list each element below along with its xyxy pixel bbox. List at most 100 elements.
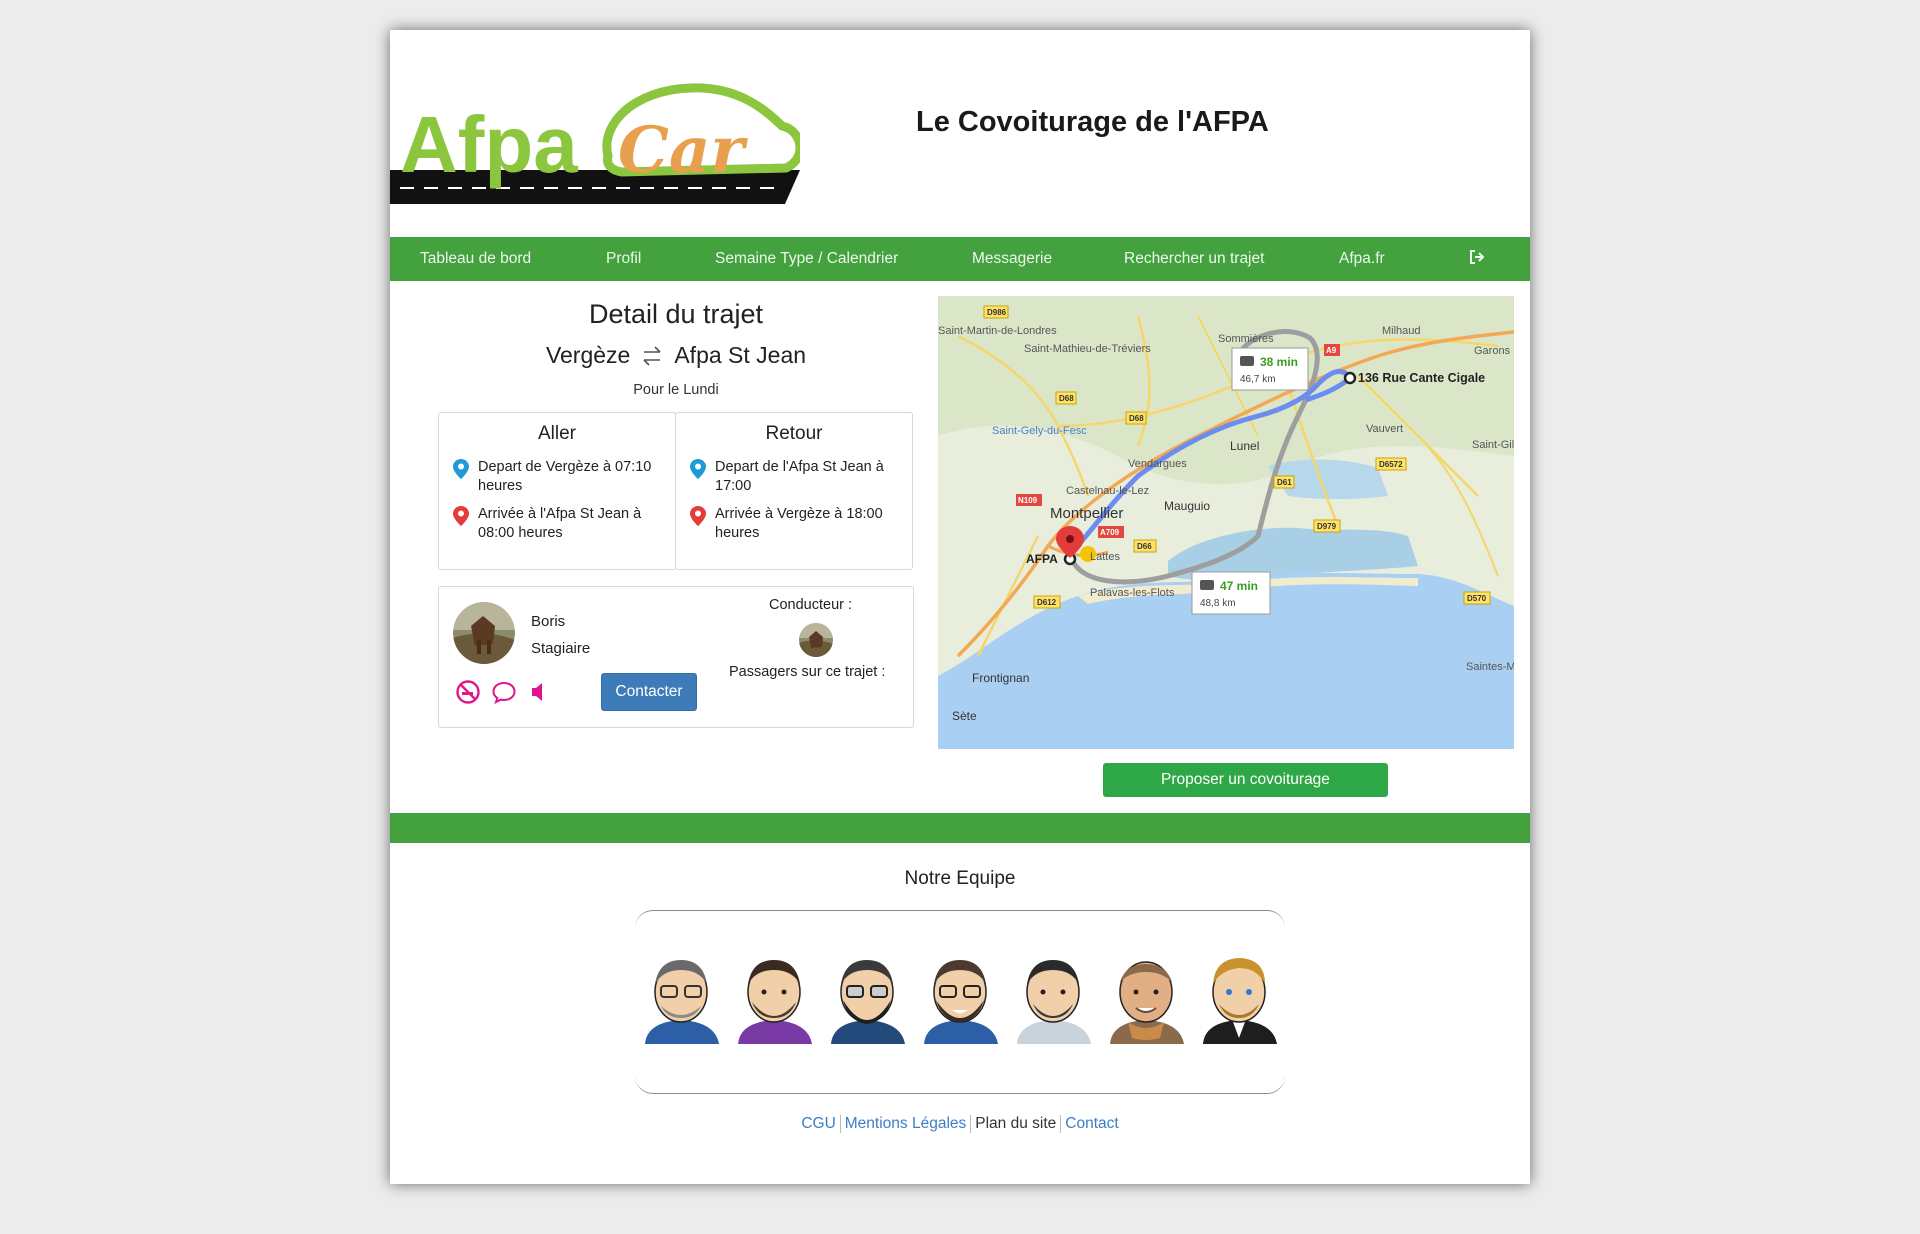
exchange-icon	[643, 345, 661, 366]
aller-departure: Depart de Vergèze à 07:10 heures	[453, 458, 661, 496]
svg-text:Milhaud: Milhaud	[1382, 325, 1421, 337]
chat-icon	[492, 681, 516, 704]
route-to: Afpa St Jean	[674, 342, 807, 368]
svg-text:46,7 km: 46,7 km	[1240, 374, 1276, 385]
nav-semaine-type[interactable]: Semaine Type / Calendrier	[715, 250, 898, 268]
svg-text:Vendargues: Vendargues	[1128, 458, 1187, 470]
passengers-label: Passagers sur ce trajet :	[729, 664, 886, 680]
svg-text:Mauguio: Mauguio	[1164, 499, 1210, 513]
footer-band	[390, 813, 1530, 843]
svg-text:136 Rue Cante Cigale: 136 Rue Cante Cigale	[1358, 371, 1485, 385]
nav-profil[interactable]: Profil	[606, 250, 641, 268]
svg-text:Sète: Sète	[952, 709, 977, 723]
map-pin-red-icon	[690, 506, 706, 526]
team-avatar-1[interactable]	[639, 952, 724, 1044]
preference-icons	[455, 679, 553, 705]
svg-text:48,8 km: 48,8 km	[1200, 598, 1236, 609]
svg-text:Car: Car	[618, 113, 748, 188]
footer-contact-link[interactable]: Contact	[1065, 1115, 1118, 1132]
svg-text:Saint-Gely-du-Fesc: Saint-Gely-du-Fesc	[992, 425, 1087, 437]
route-map[interactable]: D986 D68 D68 A9 A9 D6572 N109 A709 D66 D…	[938, 296, 1514, 749]
retour-card: Retour Depart de l'Afpa St Jean à 17:00 …	[675, 412, 913, 570]
driver-role: Stagiaire	[531, 640, 591, 657]
no-smoking-icon	[456, 680, 480, 704]
svg-text:Frontignan: Frontignan	[972, 671, 1029, 685]
team-avatar-2[interactable]	[732, 952, 817, 1044]
svg-text:Vauvert: Vauvert	[1366, 423, 1403, 435]
svg-text:Saint-Mathieu-de-Tréviers: Saint-Mathieu-de-Tréviers	[1024, 343, 1151, 355]
driver-name: Boris	[531, 613, 566, 630]
retour-title: Retour	[765, 423, 823, 444]
svg-text:38 min: 38 min	[1260, 355, 1298, 369]
map-canvas[interactable]: D986 D68 D68 A9 A9 D6572 N109 A709 D66 D…	[938, 296, 1514, 749]
svg-text:47 min: 47 min	[1220, 579, 1258, 593]
map-pin-blue-icon	[690, 459, 706, 479]
team-avatar-3[interactable]	[825, 952, 910, 1044]
footer-plan-link[interactable]: Plan du site	[975, 1115, 1056, 1132]
team-avatar-6[interactable]	[1104, 952, 1189, 1044]
aller-arrival: Arrivée à l'Afpa St Jean à 08:00 heures	[453, 505, 661, 543]
site-title: Le Covoiturage de l'AFPA	[916, 106, 1269, 138]
svg-text:D979: D979	[1317, 522, 1337, 531]
svg-text:D61: D61	[1277, 478, 1292, 487]
footer-links: CGU Mentions Légales Plan du site Contact	[390, 1115, 1530, 1133]
map-pin-red-icon	[453, 506, 469, 526]
driver-avatar[interactable]	[453, 602, 515, 664]
svg-text:Garons: Garons	[1474, 345, 1511, 357]
route-summary: Vergèze Afpa St Jean	[438, 342, 914, 369]
svg-text:Saintes-Maries-: Saintes-Maries-	[1466, 661, 1514, 673]
svg-text:A709: A709	[1100, 528, 1120, 537]
footer-cgu-link[interactable]: CGU	[801, 1115, 835, 1132]
nav-rechercher-trajet[interactable]: Rechercher un trajet	[1124, 250, 1264, 268]
svg-text:A9: A9	[1326, 346, 1337, 355]
contact-button[interactable]: Contacter	[601, 673, 697, 711]
svg-text:Lunel: Lunel	[1230, 439, 1259, 453]
svg-text:D986: D986	[987, 308, 1007, 317]
afpacar-logo[interactable]: Afpa Car	[390, 70, 800, 220]
sign-out-icon[interactable]	[1468, 248, 1486, 266]
svg-text:Sommières: Sommières	[1218, 333, 1274, 345]
driver-card: Boris Stagiaire Contacter Conducteur : P…	[438, 586, 914, 728]
trip-day: Pour le Lundi	[633, 382, 719, 398]
nav-afpa-fr[interactable]: Afpa.fr	[1339, 250, 1385, 268]
team-title: Notre Equipe	[904, 868, 1016, 889]
team-box	[635, 910, 1285, 1094]
svg-text:AFPA: AFPA	[1026, 552, 1058, 566]
aller-card: Aller Depart de Vergèze à 07:10 heures A…	[438, 412, 676, 570]
nav-tableau-de-bord[interactable]: Tableau de bord	[420, 250, 531, 268]
footer-mentions-link[interactable]: Mentions Légales	[845, 1115, 967, 1132]
nav-messagerie[interactable]: Messagerie	[972, 250, 1052, 268]
team-avatar-7[interactable]	[1197, 952, 1282, 1044]
aller-arrival-text: Arrivée à l'Afpa St Jean à 08:00 heures	[478, 506, 642, 541]
svg-text:Afpa: Afpa	[400, 100, 578, 189]
propose-carpool-button[interactable]: Proposer un covoiturage	[1103, 763, 1388, 797]
svg-text:D6572: D6572	[1379, 460, 1403, 469]
detail-title: Detail du trajet	[588, 299, 764, 329]
svg-text:D66: D66	[1137, 542, 1152, 551]
retour-departure: Depart de l'Afpa St Jean à 17:00	[690, 458, 898, 496]
footer-separator	[1060, 1115, 1062, 1133]
aller-title: Aller	[537, 423, 576, 444]
aller-departure-text: Depart de Vergèze à 07:10 heures	[478, 459, 652, 494]
svg-text:Saint-Gil: Saint-Gil	[1472, 439, 1514, 451]
team-avatar-5[interactable]	[1011, 952, 1096, 1044]
route-1-info: 38 min 46,7 km	[1231, 347, 1309, 391]
route-from: Vergèze	[545, 342, 631, 368]
svg-text:D68: D68	[1059, 394, 1074, 403]
route-2-info: 47 min 48,8 km	[1191, 571, 1271, 615]
header: Afpa Car Le Covoiturage de l'AFPA	[390, 30, 1530, 237]
svg-text:Palavas-les-Flots: Palavas-les-Flots	[1090, 587, 1175, 599]
driver-small-avatar[interactable]	[799, 623, 833, 657]
map-pin-blue-icon	[453, 459, 469, 479]
trip-detail: Detail du trajet Vergèze Afpa St Jean Po…	[438, 295, 914, 728]
retour-arrival-text: Arrivée à Vergèze à 18:00 heures	[715, 506, 883, 541]
svg-text:D68: D68	[1129, 414, 1144, 423]
svg-text:D570: D570	[1467, 594, 1487, 603]
svg-text:Montpellier: Montpellier	[1050, 505, 1123, 522]
main-nav: Tableau de bord Profil Semaine Type / Ca…	[390, 237, 1530, 281]
svg-text:Lattes: Lattes	[1090, 551, 1120, 563]
svg-text:D612: D612	[1037, 598, 1057, 607]
team-avatar-4[interactable]	[918, 952, 1003, 1044]
retour-departure-text: Depart de l'Afpa St Jean à 17:00	[715, 459, 884, 494]
driver-label: Conducteur :	[769, 597, 853, 613]
